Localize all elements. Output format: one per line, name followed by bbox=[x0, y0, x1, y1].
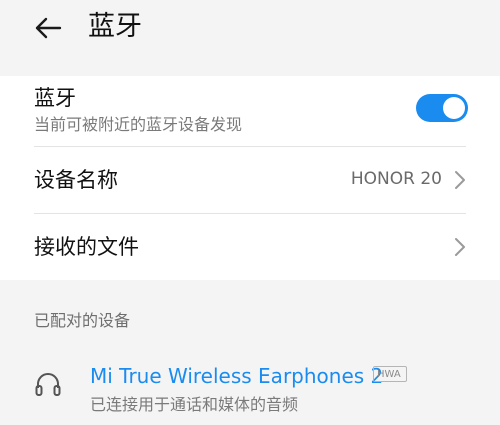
device-name-label: 设备名称 bbox=[34, 168, 118, 192]
device-name-value: HONOR 20 bbox=[350, 169, 442, 189]
headphones-icon bbox=[35, 373, 61, 396]
bluetooth-toggle[interactable] bbox=[416, 94, 468, 122]
settings-card: 蓝牙 当前可被附近的蓝牙设备发现 设备名称 HONOR 20 接收的文件 bbox=[0, 76, 500, 280]
device-name-row[interactable]: 设备名称 HONOR 20 bbox=[34, 147, 466, 213]
arrow-left-icon bbox=[35, 17, 62, 39]
chevron-right-icon bbox=[455, 238, 465, 256]
paired-device-item[interactable]: Mi True Wireless Earphones 2 HWA 已连接用于通话… bbox=[0, 352, 500, 425]
chevron-right-icon bbox=[455, 171, 465, 189]
received-files-row[interactable]: 接收的文件 bbox=[34, 214, 466, 280]
device-brand-badge: HWA bbox=[373, 366, 407, 382]
paired-devices-heading: 已配对的设备 bbox=[34, 311, 131, 330]
page-title: 蓝牙 bbox=[88, 11, 142, 42]
paired-device-name: Mi True Wireless Earphones 2 bbox=[90, 364, 384, 388]
bluetooth-row: 蓝牙 当前可被附近的蓝牙设备发现 bbox=[34, 76, 468, 146]
received-files-label: 接收的文件 bbox=[34, 235, 139, 259]
paired-device-status: 已连接用于通话和媒体的音频 bbox=[90, 395, 299, 414]
back-button[interactable] bbox=[28, 10, 68, 46]
bluetooth-settings-screen: 蓝牙 蓝牙 当前可被附近的蓝牙设备发现 设备名称 HONOR 20 接收的文件 … bbox=[0, 0, 500, 425]
top-bar: 蓝牙 bbox=[0, 0, 500, 60]
bluetooth-label: 蓝牙 bbox=[34, 86, 76, 110]
bluetooth-subtitle: 当前可被附近的蓝牙设备发现 bbox=[34, 115, 243, 134]
toggle-knob bbox=[443, 97, 465, 119]
